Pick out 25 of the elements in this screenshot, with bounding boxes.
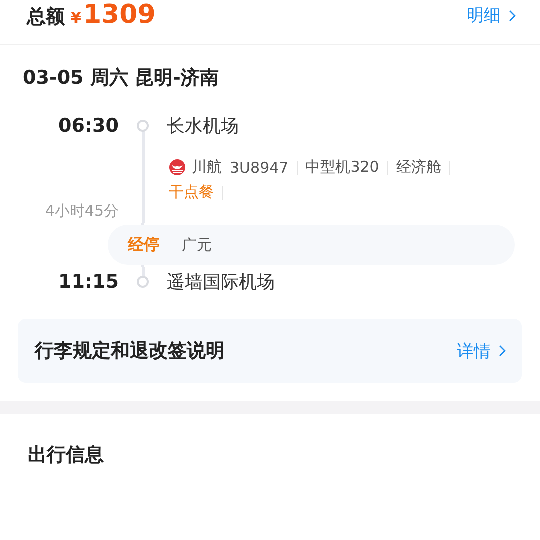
flight-tag: 干点餐 [169, 183, 214, 202]
trip-title: 03-05 周六 昆明-济南 [23, 66, 220, 91]
details-link[interactable]: 详情 [457, 340, 506, 362]
timeline-dot [137, 120, 149, 132]
airline-name: 川航 [192, 158, 222, 177]
details-link[interactable]: 明细 [467, 4, 516, 27]
flight-number: 3U8947 [230, 158, 289, 176]
section-title: 出行信息 [28, 443, 105, 468]
departure-airport: 长水机场 [167, 115, 239, 138]
total-label: 总额 [27, 5, 65, 30]
airline-logo-icon [169, 159, 186, 176]
policy-title: 行李规定和退改签说明 [35, 339, 225, 364]
total-amount: 1309 [83, 0, 156, 30]
stopover-city: 广元 [182, 236, 212, 254]
chevron-right-icon [509, 10, 516, 22]
chevron-right-icon [499, 345, 506, 357]
flight-tag: 中型机320 [306, 158, 380, 177]
flight-tag: 经济舱 [396, 158, 442, 177]
currency-sign: ¥ [71, 9, 82, 27]
departure-time: 06:30 [58, 115, 119, 137]
arrival-airport: 遥墙国际机场 [167, 271, 275, 294]
stopover-label: 经停 [128, 234, 160, 256]
arrival-time: 11:15 [58, 271, 119, 293]
timeline-dot [137, 276, 149, 288]
flight-duration: 4小时45分 [45, 202, 119, 221]
